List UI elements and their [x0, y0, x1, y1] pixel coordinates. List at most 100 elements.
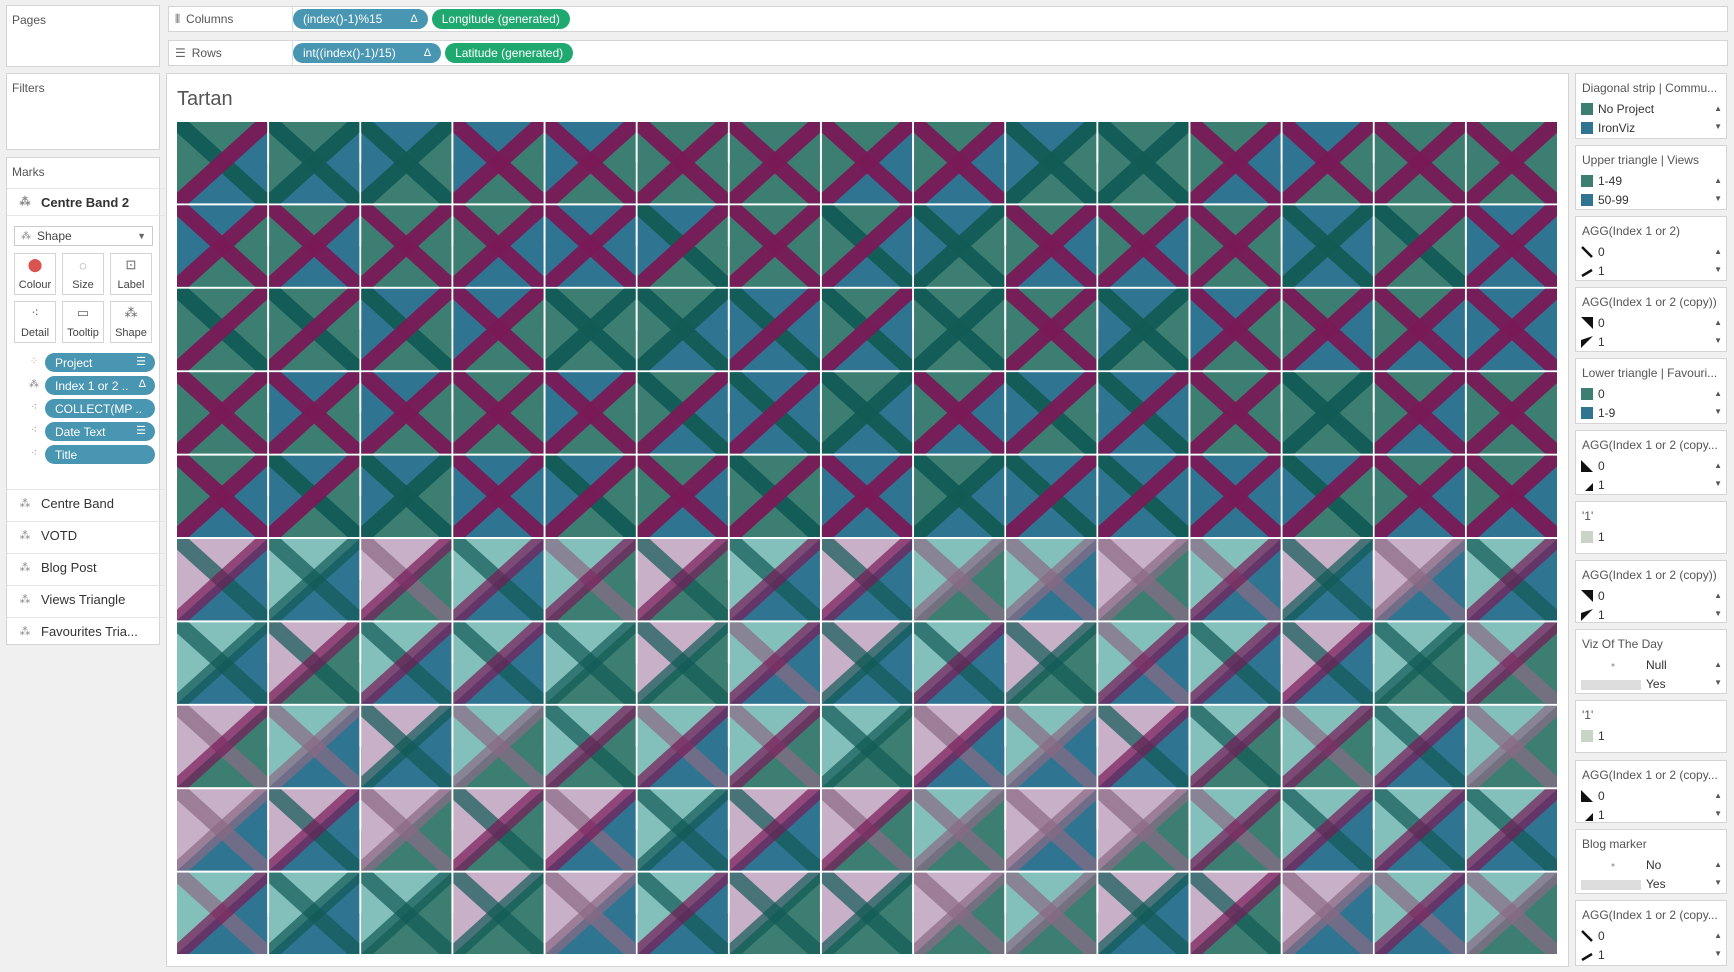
- tartan-cell[interactable]: [729, 205, 820, 287]
- tartan-cell[interactable]: [1006, 705, 1097, 788]
- tartan-cell[interactable]: [1098, 455, 1189, 538]
- tartan-cell[interactable]: [1098, 622, 1189, 704]
- tartan-cell[interactable]: [361, 872, 452, 954]
- tartan-cell[interactable]: [821, 622, 913, 704]
- tartan-grid[interactable]: [177, 122, 1557, 954]
- tartan-cell[interactable]: [914, 372, 1005, 454]
- tartan-cell[interactable]: [1466, 789, 1557, 871]
- tartan-cell[interactable]: [1098, 789, 1189, 871]
- scroll-down-icon[interactable]: ▼: [1714, 878, 1722, 887]
- legend-item[interactable]: 1: [1581, 948, 1605, 962]
- tartan-cell[interactable]: [1374, 122, 1465, 204]
- tartan-cell[interactable]: [177, 372, 268, 454]
- tartan-cell[interactable]: [1098, 539, 1189, 621]
- tartan-cell[interactable]: [821, 539, 913, 621]
- field-pill-title[interactable]: Title: [45, 445, 155, 464]
- tartan-cell[interactable]: [453, 622, 544, 704]
- tartan-cell[interactable]: [453, 872, 544, 954]
- tartan-cell[interactable]: [269, 455, 360, 538]
- tartan-cell[interactable]: [914, 455, 1005, 538]
- tartan-cell[interactable]: [637, 372, 728, 454]
- tartan-cell[interactable]: [269, 372, 360, 454]
- columns-shelf[interactable]: ⫴ Columns (index()-1)%15 Δ Longitude (gene…: [168, 6, 1728, 32]
- tartan-cell[interactable]: [914, 789, 1005, 871]
- tartan-cell[interactable]: [637, 288, 728, 371]
- tartan-cell[interactable]: [177, 539, 268, 621]
- label-button[interactable]: ⊡ Label: [110, 253, 152, 295]
- tartan-cell[interactable]: [1190, 872, 1281, 954]
- tartan-cell[interactable]: [1190, 288, 1281, 371]
- scroll-down-icon[interactable]: ▼: [1714, 336, 1722, 345]
- tartan-cell[interactable]: [1190, 372, 1281, 454]
- tartan-cell[interactable]: [1374, 455, 1465, 538]
- tartan-cell[interactable]: [1282, 539, 1373, 621]
- tartan-cell[interactable]: [453, 705, 544, 788]
- tartan-cell[interactable]: [269, 705, 360, 788]
- tartan-cell[interactable]: [177, 872, 268, 954]
- legend-item[interactable]: 1: [1581, 335, 1605, 349]
- tartan-cell[interactable]: [637, 455, 728, 538]
- tartan-cell[interactable]: [1190, 122, 1281, 204]
- tartan-cell[interactable]: [545, 705, 636, 788]
- tartan-cell[interactable]: [1282, 872, 1373, 954]
- tartan-cell[interactable]: [453, 455, 544, 538]
- tartan-cell[interactable]: [1006, 288, 1097, 371]
- legend-item[interactable]: 1: [1581, 808, 1605, 822]
- detail-button[interactable]: ⁖ Detail: [14, 301, 56, 343]
- legend-item[interactable]: Null: [1581, 658, 1667, 672]
- tartan-cell[interactable]: [1466, 455, 1557, 538]
- pages-card[interactable]: Pages: [6, 5, 160, 67]
- marks-layer-active[interactable]: ⁂ Centre Band 2: [7, 188, 165, 216]
- colour-button[interactable]: ⬤ Colour: [14, 253, 56, 295]
- tartan-cell[interactable]: [637, 705, 728, 788]
- columns-pill-index[interactable]: (index()-1)%15 Δ: [293, 9, 428, 29]
- tartan-cell[interactable]: [821, 288, 913, 371]
- field-pill-index[interactable]: Index 1 or 2 .. Δ: [45, 376, 155, 395]
- tartan-cell[interactable]: [1466, 122, 1557, 204]
- legend-item[interactable]: 0: [1581, 789, 1605, 803]
- legend-item[interactable]: Yes: [1581, 677, 1666, 691]
- scroll-up-icon[interactable]: ▲: [1714, 247, 1722, 256]
- tooltip-button[interactable]: ▭ Tooltip: [62, 301, 104, 343]
- tartan-cell[interactable]: [1374, 789, 1465, 871]
- tartan-cell[interactable]: [1466, 372, 1557, 454]
- tartan-cell[interactable]: [729, 789, 820, 871]
- tartan-cell[interactable]: [1006, 872, 1097, 954]
- tartan-cell[interactable]: [545, 122, 636, 204]
- tartan-cell[interactable]: [269, 205, 360, 287]
- legend-card[interactable]: Blog marker No Yes ▲ ▼: [1575, 829, 1727, 894]
- tartan-cell[interactable]: [545, 205, 636, 287]
- tartan-cell[interactable]: [1466, 872, 1557, 954]
- tartan-cell[interactable]: [177, 789, 268, 871]
- tartan-cell[interactable]: [1190, 705, 1281, 788]
- tartan-cell[interactable]: [361, 372, 452, 454]
- rows-shelf[interactable]: ☰ Rows int((index()-1)/15) Δ Latitude (gen…: [168, 40, 1728, 66]
- legend-item[interactable]: IronViz: [1581, 121, 1635, 135]
- tartan-cell[interactable]: [1190, 205, 1281, 287]
- scroll-up-icon[interactable]: ▲: [1714, 176, 1722, 185]
- tartan-cell[interactable]: [1098, 205, 1189, 287]
- tartan-cell[interactable]: [914, 872, 1005, 954]
- tartan-cell[interactable]: [453, 789, 544, 871]
- tartan-cell[interactable]: [453, 288, 544, 371]
- tartan-cell[interactable]: [361, 455, 452, 538]
- tartan-cell[interactable]: [821, 872, 913, 954]
- tartan-cell[interactable]: [1098, 705, 1189, 788]
- legend-item[interactable]: No: [1581, 858, 1661, 872]
- tartan-cell[interactable]: [177, 288, 268, 371]
- rows-pill-latitude[interactable]: Latitude (generated): [445, 43, 574, 63]
- tartan-cell[interactable]: [453, 122, 544, 204]
- scroll-down-icon[interactable]: ▼: [1714, 265, 1722, 274]
- tartan-cell[interactable]: [361, 622, 452, 704]
- tartan-cell[interactable]: [914, 539, 1005, 621]
- scroll-down-icon[interactable]: ▼: [1714, 479, 1722, 488]
- tartan-cell[interactable]: [453, 205, 544, 287]
- tartan-cell[interactable]: [729, 622, 820, 704]
- tartan-cell[interactable]: [269, 622, 360, 704]
- tartan-cell[interactable]: [545, 872, 636, 954]
- tartan-cell[interactable]: [1466, 205, 1557, 287]
- legend-item[interactable]: 50-99: [1581, 193, 1629, 207]
- legend-card[interactable]: '1' 1: [1575, 700, 1727, 753]
- tartan-cell[interactable]: [453, 539, 544, 621]
- tartan-cell[interactable]: [1190, 789, 1281, 871]
